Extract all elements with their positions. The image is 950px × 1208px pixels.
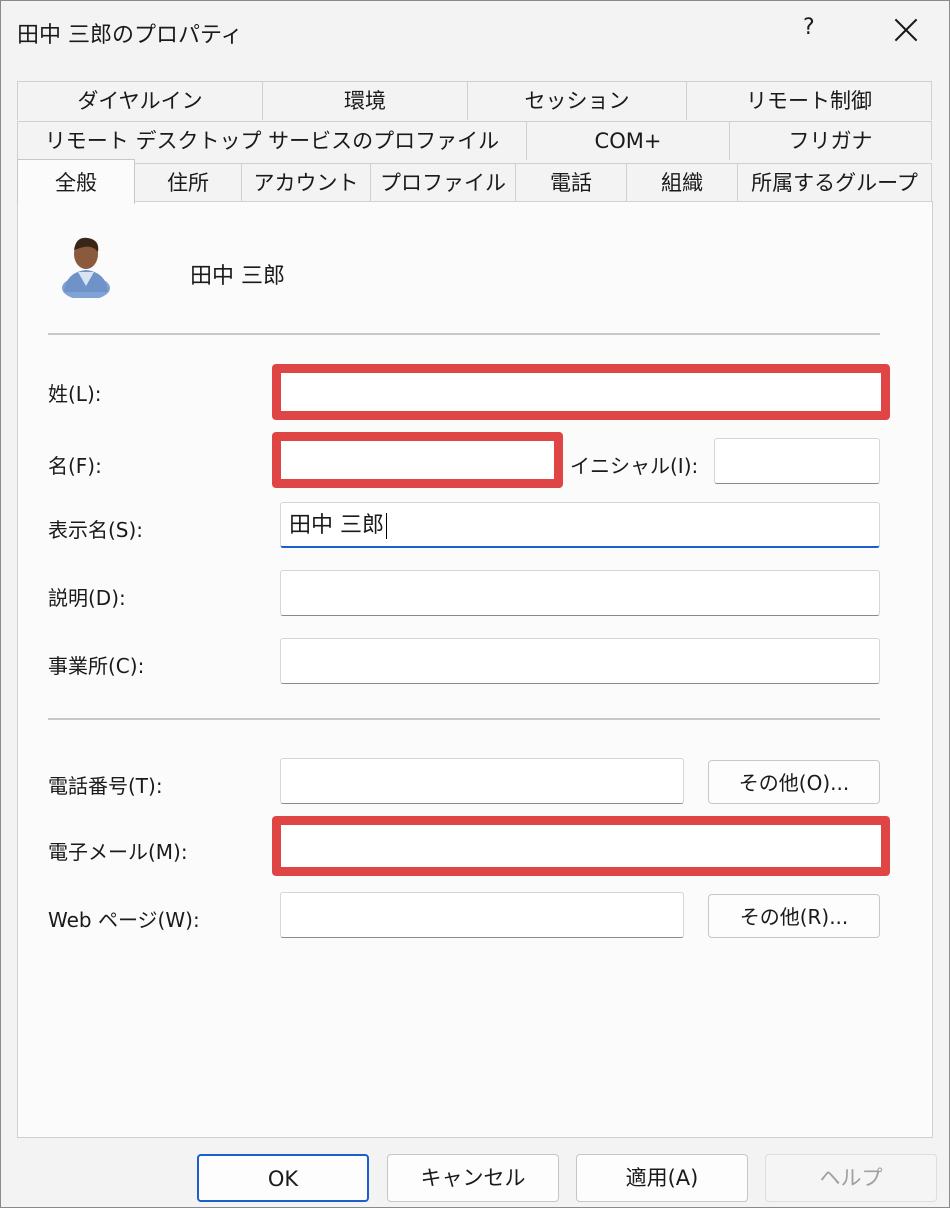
text-caret [386, 513, 387, 539]
help-button[interactable]: ヘルプ [765, 1154, 937, 1202]
phone-label: 電話番号(T): [48, 774, 163, 798]
description-field[interactable] [280, 570, 880, 616]
user-avatar-icon [62, 237, 110, 298]
tab-row-2: リモート デスクトップ サービスのプロファイル COM+ フリガナ [17, 121, 932, 161]
tab-dial-in[interactable]: ダイヤルイン [17, 81, 263, 120]
tab-account[interactable]: アカウント [241, 163, 371, 202]
cancel-button[interactable]: キャンセル [387, 1154, 559, 1202]
display-name-value: 田中 三郎 [289, 513, 384, 538]
general-tab-panel: 田中 三郎 姓(L): 名(F): イニシャル(I): 表示名(S): 田中 三… [17, 201, 933, 1138]
phone-other-button[interactable]: その他(O)... [708, 760, 880, 804]
separator [48, 718, 880, 720]
properties-window: 田中 三郎のプロパティ ? ダイヤルイン 環境 セッション リモート制御 リモー… [0, 0, 950, 1208]
first-name-label: 名(F): [48, 454, 102, 478]
email-field[interactable] [272, 816, 890, 876]
close-icon[interactable] [889, 13, 923, 47]
tab-furigana[interactable]: フリガナ [729, 121, 932, 160]
tab-rds-profile[interactable]: リモート デスクトップ サービスのプロファイル [17, 121, 527, 160]
tab-sessions[interactable]: セッション [467, 81, 687, 120]
tab-general[interactable]: 全般 [17, 159, 135, 204]
email-label: 電子メール(M): [48, 840, 188, 864]
tab-address[interactable]: 住所 [134, 163, 242, 202]
display-name-label: 表示名(S): [48, 518, 144, 542]
apply-button[interactable]: 適用(A) [576, 1154, 748, 1202]
first-name-field[interactable] [272, 432, 563, 488]
tab-environment[interactable]: 環境 [262, 81, 468, 120]
tab-com-plus[interactable]: COM+ [526, 121, 730, 160]
tab-telephones[interactable]: 電話 [515, 163, 627, 202]
last-name-field[interactable] [272, 364, 890, 420]
user-display-name: 田中 三郎 [190, 264, 285, 289]
display-name-field[interactable]: 田中 三郎 [280, 502, 880, 548]
tab-remote-control[interactable]: リモート制御 [686, 81, 932, 120]
tab-row-3: 全般 住所 アカウント プロファイル 電話 組織 所属するグループ [17, 159, 932, 204]
tab-row-1: ダイヤルイン 環境 セッション リモート制御 [17, 81, 932, 121]
initials-label: イニシャル(I): [570, 454, 699, 478]
phone-field[interactable] [280, 758, 684, 804]
office-field[interactable] [280, 638, 880, 684]
title-bar: 田中 三郎のプロパティ ? [1, 1, 949, 63]
web-other-button[interactable]: その他(R)... [708, 894, 880, 938]
help-icon[interactable]: ? [803, 15, 815, 40]
tab-organization[interactable]: 組織 [626, 163, 738, 202]
window-title: 田中 三郎のプロパティ [17, 23, 243, 48]
initials-field[interactable] [714, 438, 880, 484]
ok-button[interactable]: OK [197, 1154, 369, 1202]
separator [48, 333, 880, 335]
web-page-field[interactable] [280, 892, 684, 938]
tab-profile[interactable]: プロファイル [370, 163, 516, 202]
office-label: 事業所(C): [48, 654, 145, 678]
tab-member-of[interactable]: 所属するグループ [737, 163, 932, 202]
web-page-label: Web ページ(W): [48, 908, 200, 932]
description-label: 説明(D): [48, 586, 126, 610]
last-name-label: 姓(L): [48, 382, 102, 406]
